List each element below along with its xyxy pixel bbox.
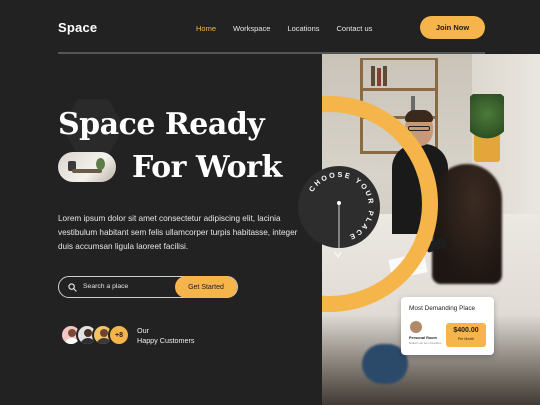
hero-description: Lorem ipsum dolor sit amet consectetur a…: [58, 214, 298, 251]
hero-title-line2: For Work: [132, 150, 282, 185]
most-demanding-card[interactable]: Most Demanding Place Personal Room Nulla…: [401, 297, 494, 355]
nav-contact[interactable]: Contact us: [337, 24, 373, 33]
choose-place-button[interactable]: CHOOSE YOUR PLACE: [298, 166, 380, 248]
arrow-head-icon: [334, 251, 342, 258]
circle-text: CHOOSE YOUR PLACE: [307, 170, 374, 243]
main-nav: Home Workspace Locations Contact us: [196, 24, 372, 33]
search-placeholder: Search a place: [83, 283, 129, 290]
card-period: Per Month: [457, 337, 475, 341]
nav-locations[interactable]: Locations: [287, 24, 319, 33]
happy-customers-label: Our Happy Customers: [137, 326, 195, 346]
nav-home[interactable]: Home: [196, 24, 216, 33]
svg-text:CHOOSE YOUR PLACE: CHOOSE YOUR PLACE: [307, 170, 376, 243]
customers-label-line1: Our: [137, 326, 149, 335]
card-person-name: Personal Room: [409, 336, 437, 340]
workspace-thumbnail: [58, 152, 116, 182]
get-started-button[interactable]: Get Started: [175, 276, 237, 298]
plant: [470, 94, 504, 144]
more-customers-badge: +8: [108, 324, 130, 346]
price-badge: $400.00 Per Month: [446, 323, 486, 347]
landing-page: Space Home Workspace Locations Contact u…: [0, 0, 540, 405]
hero-title-line1: Space Ready: [58, 107, 265, 142]
avatar: [410, 321, 422, 333]
card-title: Most Demanding Place: [409, 305, 476, 312]
card-person-sub: Nullam vel sem faucibus: [409, 341, 442, 345]
search-icon: [68, 283, 77, 292]
desk-shape: [72, 169, 102, 173]
arrow-down-icon: [337, 201, 341, 248]
customers-label-line2: Happy Customers: [137, 336, 195, 345]
plant-shape: [96, 158, 105, 170]
circular-text: CHOOSE YOUR PLACE: [307, 170, 376, 248]
logo[interactable]: Space: [58, 20, 97, 35]
nav-workspace[interactable]: Workspace: [233, 24, 270, 33]
join-now-button[interactable]: Join Now: [420, 16, 485, 39]
card-price: $400.00: [453, 327, 479, 334]
